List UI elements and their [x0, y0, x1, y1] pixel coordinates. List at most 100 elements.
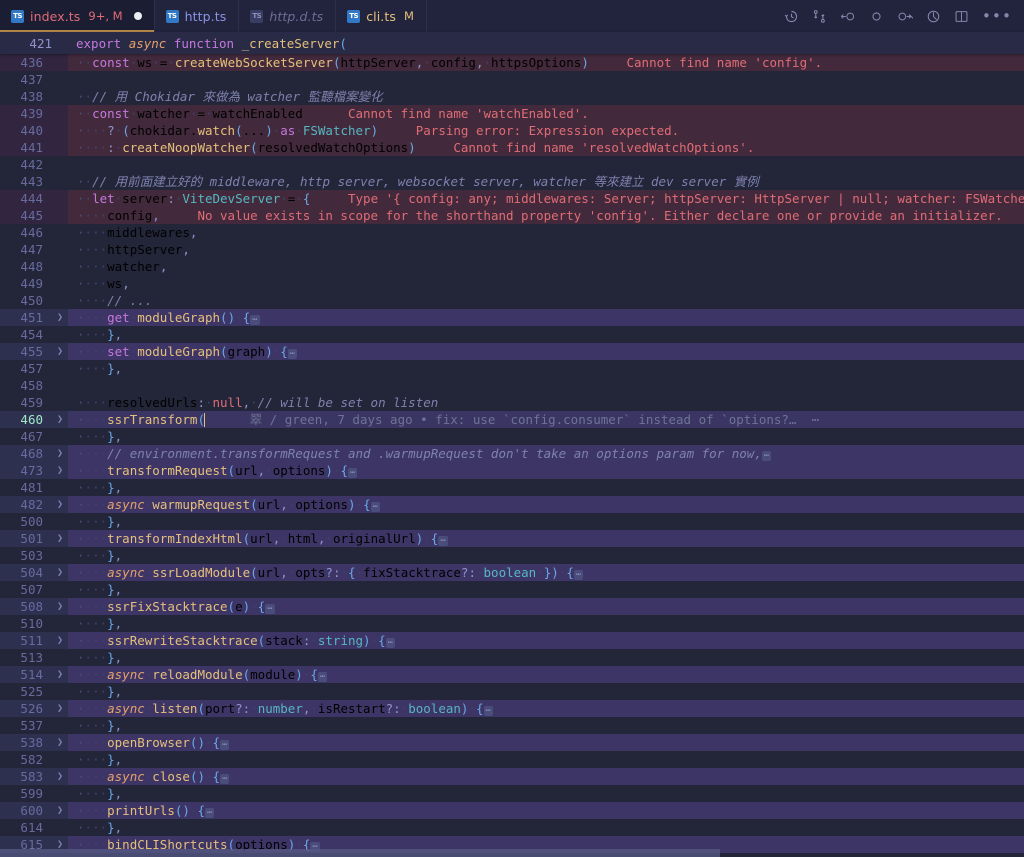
tab-http-d-ts[interactable]: TS http.d.ts	[239, 0, 336, 32]
code-line[interactable]: 439··const·watcher·=·watchEnabled Cannot…	[0, 105, 1024, 122]
fold-chevron-icon[interactable]: ❯	[52, 666, 68, 683]
line-number: 447	[0, 241, 52, 258]
fold-chevron-icon[interactable]: ❯	[52, 445, 68, 462]
line-code: ··const·ws·=·createWebSocketServer(httpS…	[68, 54, 1024, 71]
code-line[interactable]: 537····},	[0, 717, 1024, 734]
tab-index-ts[interactable]: TS index.ts 9+, M	[0, 0, 155, 32]
sticky-scroll-header[interactable]: 421 export async function _createServer(	[0, 32, 1024, 54]
code-line[interactable]: 449····ws,	[0, 275, 1024, 292]
code-line[interactable]: 440····?·(chokidar.watch(...)·as·FSWatch…	[0, 122, 1024, 139]
fold-chevron-icon[interactable]: ❯	[52, 564, 68, 581]
code-line[interactable]: 599····},	[0, 785, 1024, 802]
run-clock-icon[interactable]	[926, 9, 941, 24]
code-line[interactable]: 504❯····async·ssrLoadModule(url,·opts?:·…	[0, 564, 1024, 581]
code-line[interactable]: 438··// 用 Chokidar 來做為 watcher 監聽檔案變化	[0, 88, 1024, 105]
code-line[interactable]: 500····},	[0, 513, 1024, 530]
git-compare-icon[interactable]	[812, 9, 827, 24]
fold-chevron-icon[interactable]: ❯	[52, 802, 68, 819]
code-line[interactable]: 442	[0, 156, 1024, 173]
code-line[interactable]: 457····},	[0, 360, 1024, 377]
fold-spacer	[52, 326, 68, 343]
fold-chevron-icon[interactable]: ❯	[52, 462, 68, 479]
code-line[interactable]: 450····// ...	[0, 292, 1024, 309]
line-code	[68, 71, 1024, 88]
code-line[interactable]: 507····},	[0, 581, 1024, 598]
code-line[interactable]: 441····:·createNoopWatcher(resolvedWatch…	[0, 139, 1024, 156]
code-line[interactable]: 454····},	[0, 326, 1024, 343]
line-code: ····},	[68, 649, 1024, 666]
code-line[interactable]: 600❯····printUrls()·{⋯	[0, 802, 1024, 819]
tab-bar-spacer	[427, 0, 776, 32]
code-line[interactable]: 614····},	[0, 819, 1024, 836]
tab-http-ts[interactable]: TS http.ts	[155, 0, 240, 32]
code-line[interactable]: 582····},	[0, 751, 1024, 768]
code-line[interactable]: 444··let·server:·ViteDevServer·=·{ Type …	[0, 190, 1024, 207]
line-code: ····get·moduleGraph()·{⋯	[68, 309, 1024, 326]
code-line[interactable]: 510····},	[0, 615, 1024, 632]
line-number: 437	[0, 71, 52, 88]
line-code: ····ssrTransform( 翠 / green, 7 days ago …	[68, 411, 1024, 428]
tab-cli-ts[interactable]: TS cli.ts M	[336, 0, 427, 32]
code-line[interactable]: 511❯····ssrRewriteStacktrace(stack:·stri…	[0, 632, 1024, 649]
code-line[interactable]: 473❯····transformRequest(url,·options)·{…	[0, 462, 1024, 479]
fold-chevron-icon[interactable]: ❯	[52, 411, 68, 428]
fold-chevron-icon[interactable]: ❯	[52, 496, 68, 513]
code-line[interactable]: 445····config, No value exists in scope …	[0, 207, 1024, 224]
fold-chevron-icon[interactable]: ❯	[52, 768, 68, 785]
fold-spacer	[52, 173, 68, 190]
code-line[interactable]: 525····},	[0, 683, 1024, 700]
code-line[interactable]: 503····},	[0, 547, 1024, 564]
code-line[interactable]: 583❯····async·close()·{⋯	[0, 768, 1024, 785]
more-actions-icon[interactable]: •••	[982, 11, 1012, 21]
code-line[interactable]: 460❯····ssrTransform( 翠 / green, 7 days …	[0, 411, 1024, 428]
fold-chevron-icon[interactable]: ❯	[52, 309, 68, 326]
tab-label: http.ts	[185, 9, 227, 24]
unsaved-dot-icon[interactable]	[134, 12, 142, 20]
code-line[interactable]: 482❯····async·warmupRequest(url,·options…	[0, 496, 1024, 513]
code-line[interactable]: 514❯····async·reloadModule(module)·{⋯	[0, 666, 1024, 683]
code-line[interactable]: 538❯····openBrowser()·{⋯	[0, 734, 1024, 751]
horizontal-scrollbar[interactable]	[0, 848, 1024, 857]
line-number: 514	[0, 666, 52, 683]
code-line[interactable]: 467····},	[0, 428, 1024, 445]
code-line[interactable]: 451❯····get·moduleGraph()·{⋯	[0, 309, 1024, 326]
code-line[interactable]: 459····resolvedUrls:·null,·// will be se…	[0, 394, 1024, 411]
split-editor-icon[interactable]	[954, 9, 969, 24]
line-number: 482	[0, 496, 52, 513]
code-line[interactable]: 455❯····set·moduleGraph(graph)·{⋯	[0, 343, 1024, 360]
typescript-file-icon: TS	[347, 10, 360, 23]
fold-spacer	[52, 428, 68, 445]
fold-chevron-icon[interactable]: ❯	[52, 700, 68, 717]
scrollbar-thumb[interactable]	[0, 849, 720, 857]
current-change-icon[interactable]	[869, 9, 884, 24]
line-number: 450	[0, 292, 52, 309]
line-number: 457	[0, 360, 52, 377]
fold-spacer	[52, 683, 68, 700]
code-editor-area[interactable]: 436··const·ws·=·createWebSocketServer(ht…	[0, 54, 1024, 857]
code-line[interactable]: 481····},	[0, 479, 1024, 496]
code-line[interactable]: 436··const·ws·=·createWebSocketServer(ht…	[0, 54, 1024, 71]
fold-chevron-icon[interactable]: ❯	[52, 632, 68, 649]
code-line[interactable]: 458	[0, 377, 1024, 394]
code-line[interactable]: 447····httpServer,	[0, 241, 1024, 258]
fold-chevron-icon[interactable]: ❯	[52, 734, 68, 751]
code-line[interactable]: 443··// 用前面建立好的 middleware, http server,…	[0, 173, 1024, 190]
fold-chevron-icon[interactable]: ❯	[52, 530, 68, 547]
code-line[interactable]: 437	[0, 71, 1024, 88]
previous-change-icon[interactable]	[840, 9, 856, 24]
code-line[interactable]: 513····},	[0, 649, 1024, 666]
fold-chevron-icon[interactable]: ❯	[52, 343, 68, 360]
code-line[interactable]: 501❯····transformIndexHtml(url,·html,·or…	[0, 530, 1024, 547]
code-line[interactable]: 508❯····ssrFixStacktrace(e)·{⋯	[0, 598, 1024, 615]
line-number: 458	[0, 377, 52, 394]
line-number: 599	[0, 785, 52, 802]
code-line[interactable]: 448····watcher,	[0, 258, 1024, 275]
code-line[interactable]: 446····middlewares,	[0, 224, 1024, 241]
code-line[interactable]: 468❯····// environment.transformRequest …	[0, 445, 1024, 462]
next-change-icon[interactable]	[897, 9, 913, 24]
fold-chevron-icon[interactable]: ❯	[52, 598, 68, 615]
fold-spacer	[52, 71, 68, 88]
code-line[interactable]: 526❯····async·listen(port?:·number,·isRe…	[0, 700, 1024, 717]
line-number: 504	[0, 564, 52, 581]
timeline-history-icon[interactable]	[784, 9, 799, 24]
